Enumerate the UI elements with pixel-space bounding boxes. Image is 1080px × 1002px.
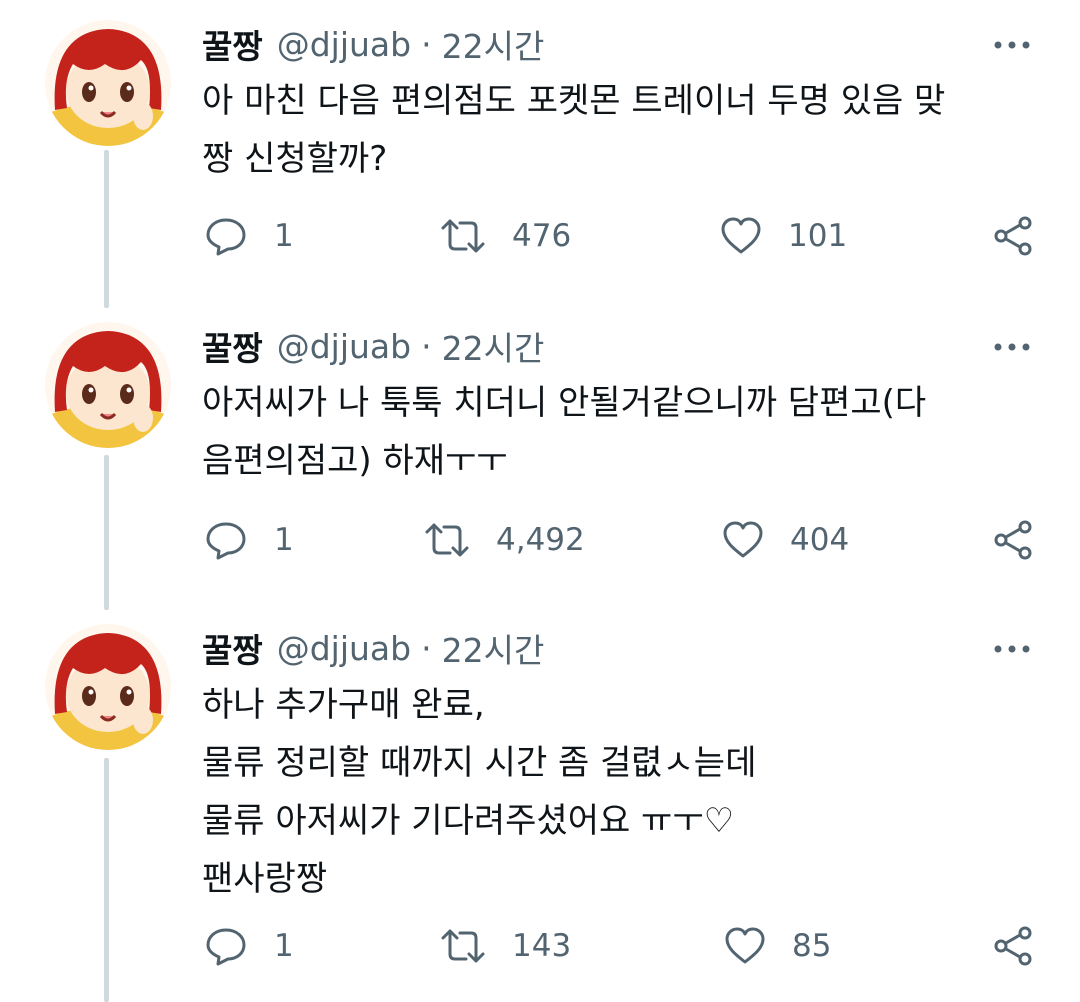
avatar[interactable]: [45, 624, 171, 750]
display-name[interactable]: 꿀짱: [202, 322, 263, 370]
reply-count: 1: [274, 218, 294, 254]
action-bar: 1 4,492 404: [0, 510, 1080, 570]
retweet-button[interactable]: 143: [440, 916, 571, 976]
share-button[interactable]: [992, 510, 1034, 570]
reply-button[interactable]: 1: [204, 206, 294, 266]
timestamp[interactable]: 22시간: [442, 20, 545, 68]
user-handle[interactable]: @djjuab: [277, 629, 411, 668]
retweet-button[interactable]: 476: [440, 206, 571, 266]
tweet-text: 하나 추가구매 완료, 물류 정리할 때까지 시간 좀 걸렶ㅅ늗데 물류 아저씨…: [202, 685, 757, 899]
share-icon: [994, 216, 1032, 256]
more-icon: [994, 645, 1030, 653]
heart-icon: [723, 521, 763, 558]
like-count: 404: [790, 522, 850, 558]
tweet-header: 꿀짱 @djjuab · 22시간: [202, 322, 544, 370]
more-button[interactable]: [992, 332, 1032, 362]
user-handle[interactable]: @djjuab: [277, 25, 411, 64]
like-button[interactable]: 404: [722, 510, 849, 570]
more-button[interactable]: [992, 30, 1032, 60]
retweet-icon: [425, 523, 469, 557]
retweet-count: 4,492: [496, 522, 585, 558]
separator: ·: [421, 326, 432, 366]
like-button[interactable]: 85: [724, 916, 831, 976]
timestamp[interactable]: 22시간: [442, 322, 545, 370]
tweet-text: 아저씨가 나 툭툭 치더니 안될거같으니까 담편고(다 음편의점고) 하재ㅜㅜ: [202, 383, 927, 481]
share-icon: [994, 926, 1032, 966]
tweet-text: 아 마친 다음 편의점도 포켓몬 트레이너 두명 있음 맞 짱 신청할까?: [202, 81, 946, 179]
display-name[interactable]: 꿀짱: [202, 624, 263, 672]
retweet-icon: [441, 929, 485, 963]
separator: ·: [421, 24, 432, 64]
heart-icon: [721, 217, 761, 254]
reply-count: 1: [274, 928, 294, 964]
like-count: 101: [788, 218, 848, 254]
more-button[interactable]: [992, 634, 1032, 664]
action-bar: 1 476 101: [0, 206, 1080, 266]
share-button[interactable]: [992, 916, 1034, 976]
share-icon: [994, 520, 1032, 560]
user-handle[interactable]: @djjuab: [277, 327, 411, 366]
more-icon: [994, 343, 1030, 351]
retweet-count: 143: [512, 928, 572, 964]
reply-icon: [206, 928, 246, 966]
like-count: 85: [792, 928, 832, 964]
reply-button[interactable]: 1: [204, 510, 294, 570]
share-button[interactable]: [992, 206, 1034, 266]
retweet-button[interactable]: 4,492: [424, 510, 585, 570]
tweet-header: 꿀짱 @djjuab · 22시간: [202, 624, 544, 672]
retweet-count: 476: [512, 218, 572, 254]
heart-icon: [725, 927, 765, 964]
avatar[interactable]: [45, 322, 171, 448]
action-bar: 1 143 85: [0, 916, 1080, 976]
timestamp[interactable]: 22시간: [442, 624, 545, 672]
like-button[interactable]: 101: [720, 206, 847, 266]
reply-icon: [206, 522, 246, 560]
avatar[interactable]: [45, 20, 171, 146]
reply-button[interactable]: 1: [204, 916, 294, 976]
tweet-header: 꿀짱 @djjuab · 22시간: [202, 20, 544, 68]
reply-count: 1: [274, 522, 294, 558]
display-name[interactable]: 꿀짱: [202, 20, 263, 68]
more-icon: [994, 41, 1030, 49]
reply-icon: [206, 218, 246, 256]
retweet-icon: [441, 219, 485, 253]
separator: ·: [421, 628, 432, 668]
